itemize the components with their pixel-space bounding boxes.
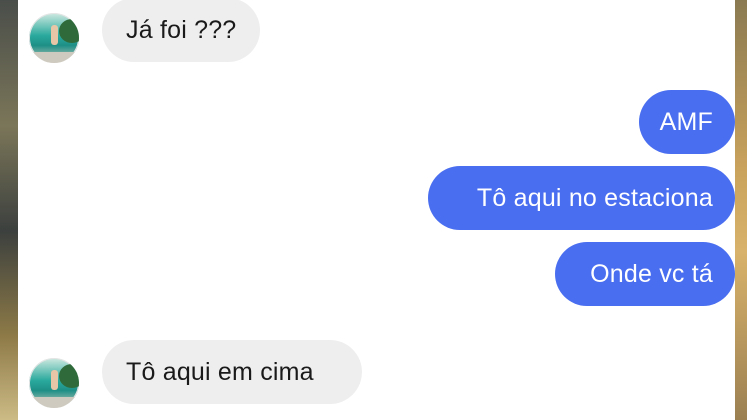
avatar-base <box>29 52 79 63</box>
message-text: Tô aqui no estaciona <box>476 183 713 212</box>
message-text: Tô aqui em cima <box>126 357 314 386</box>
message-text: AMF <box>659 107 713 136</box>
chat-thread[interactable]: Já foi ??? AMF Tô aqui no estaciona Onde… <box>18 0 735 420</box>
background-edge-left <box>0 0 18 420</box>
contact-avatar-icon[interactable] <box>29 358 79 408</box>
message-bubble-outgoing[interactable]: Tô aqui no estaciona <box>428 166 735 230</box>
avatar-figure <box>51 370 58 390</box>
avatar-foliage <box>59 364 79 388</box>
message-bubble-outgoing[interactable]: Onde vc tá <box>555 242 735 306</box>
message-bubble-incoming[interactable]: Tô aqui em cima <box>102 340 362 404</box>
message-bubble-incoming[interactable]: Já foi ??? <box>102 0 261 62</box>
contact-avatar-icon[interactable] <box>29 13 79 63</box>
avatar-figure <box>51 25 58 45</box>
message-bubble-outgoing[interactable]: AMF <box>639 90 735 154</box>
avatar-base <box>29 397 79 408</box>
message-text: Onde vc tá <box>590 259 713 288</box>
background-edge-right <box>735 0 747 420</box>
message-text: Já foi ??? <box>126 15 237 44</box>
avatar-foliage <box>59 19 79 43</box>
